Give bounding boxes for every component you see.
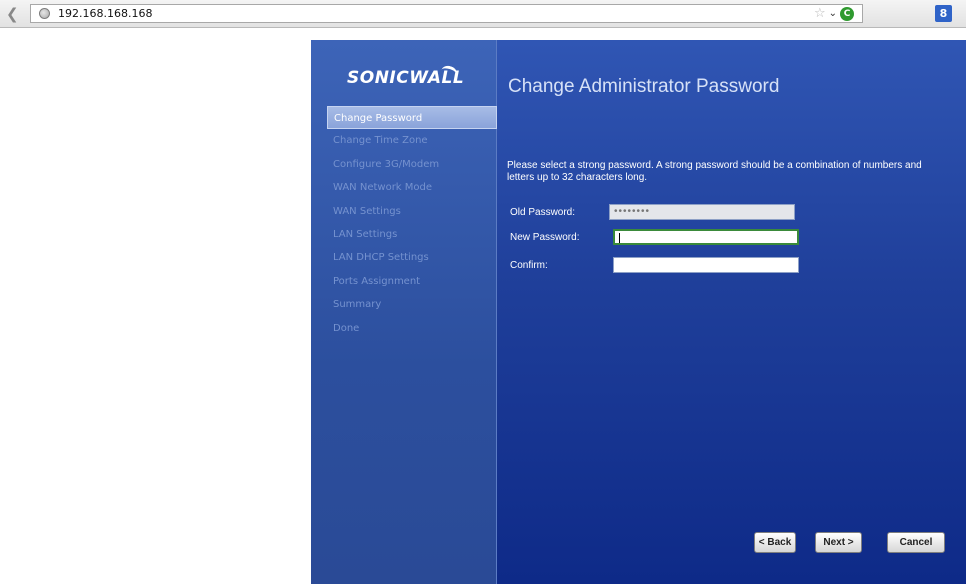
new-password-field[interactable] xyxy=(613,229,799,245)
page-title: Change Administrator Password xyxy=(508,76,780,97)
bookmark-star-icon[interactable]: ☆ xyxy=(814,6,826,22)
step-configure-3g-modem: Configure 3G/Modem xyxy=(333,158,440,170)
next-button[interactable]: Next > xyxy=(815,532,862,553)
address-bar-actions: ☆ ⌄ C xyxy=(814,6,854,22)
globe-icon xyxy=(39,8,50,19)
step-lan-dhcp-settings: LAN DHCP Settings xyxy=(333,252,429,264)
wizard-content: Change Administrator Password Please sel… xyxy=(497,40,966,584)
step-done: Done xyxy=(333,322,360,334)
instructions-text: Please select a strong password. A stron… xyxy=(507,160,922,183)
wizard-steps: Change Password Change Time Zone Configu… xyxy=(327,106,497,340)
confirm-password-field[interactable] xyxy=(613,257,799,273)
browser-toolbar: ❮ 192.168.168.168 ☆ ⌄ C 8 xyxy=(0,0,966,28)
step-lan-settings: LAN Settings xyxy=(333,228,398,240)
step-change-password[interactable]: Change Password xyxy=(327,106,497,130)
address-bar[interactable]: 192.168.168.168 ☆ ⌄ C xyxy=(30,4,863,23)
step-wan-network-mode: WAN Network Mode xyxy=(333,182,433,194)
step-summary: Summary xyxy=(333,299,382,311)
step-change-time-zone: Change Time Zone xyxy=(333,135,428,147)
setup-wizard: SONICWALL Change Password Change Time Zo… xyxy=(311,40,966,584)
back-button[interactable]: < Back xyxy=(754,532,796,553)
text-cursor xyxy=(619,233,620,243)
confirm-label: Confirm: xyxy=(510,260,548,271)
cancel-button[interactable]: Cancel xyxy=(887,532,945,553)
chevron-down-icon[interactable]: ⌄ xyxy=(829,6,837,22)
wizard-sidebar: SONICWALL Change Password Change Time Zo… xyxy=(311,40,497,584)
old-password-field: •••••••• xyxy=(609,204,795,220)
refresh-icon[interactable]: C xyxy=(840,7,854,21)
new-password-label: New Password: xyxy=(510,232,580,243)
extension-icon[interactable]: 8 xyxy=(935,5,952,22)
url-text[interactable]: 192.168.168.168 xyxy=(58,7,152,21)
step-wan-settings: WAN Settings xyxy=(333,205,401,217)
back-arrow-icon[interactable]: ❮ xyxy=(6,5,24,23)
old-password-label: Old Password: xyxy=(510,207,576,218)
step-ports-assignment: Ports Assignment xyxy=(333,275,421,287)
